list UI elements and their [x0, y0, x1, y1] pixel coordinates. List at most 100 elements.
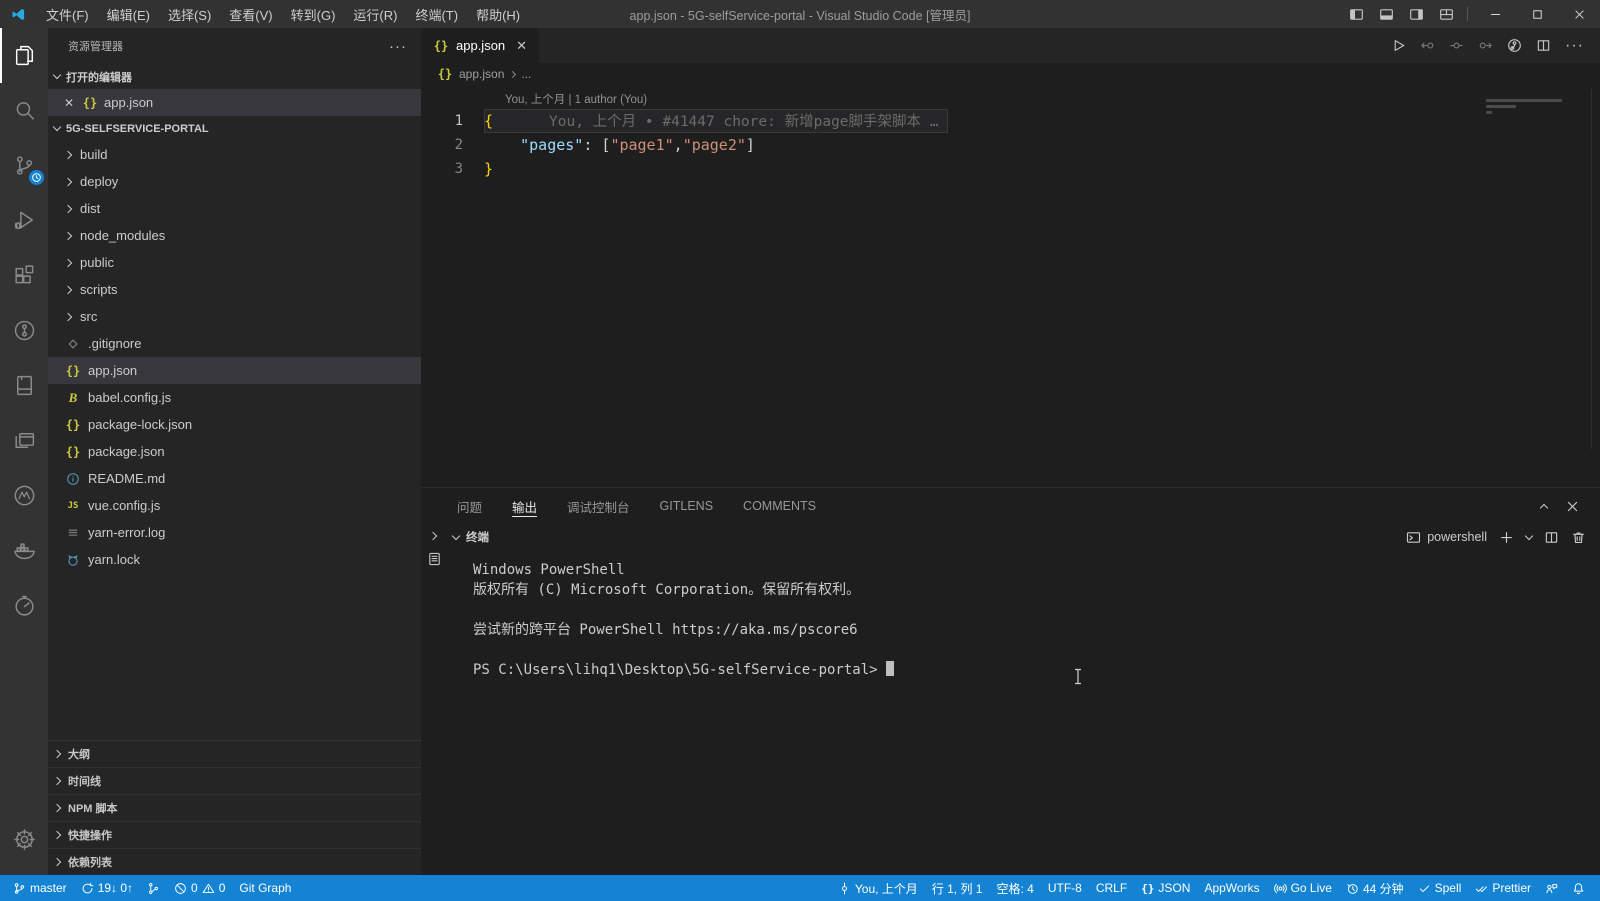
activity-item-docker[interactable]	[0, 523, 48, 578]
code-line-2[interactable]: 2 "pages": ["page1","page2"]	[421, 133, 1600, 157]
menu-item[interactable]: 选择(S)	[159, 0, 220, 28]
run-icon[interactable]	[1391, 38, 1406, 53]
minimap[interactable]	[1476, 85, 1600, 487]
close-panel-icon[interactable]	[1565, 499, 1580, 514]
activity-item-explorer[interactable]	[0, 28, 48, 83]
more-actions-icon[interactable]: ···	[1565, 37, 1584, 55]
file-yarn-error.log[interactable]: yarn-error.log	[48, 519, 421, 546]
gitlens-previous-change-icon[interactable]	[1420, 38, 1435, 53]
kill-terminal-icon[interactable]	[1571, 530, 1586, 545]
file-README.md[interactable]: README.md	[48, 465, 421, 492]
activity-item-search[interactable]	[0, 83, 48, 138]
file-vue.config.js[interactable]: JSvue.config.js	[48, 492, 421, 519]
panel-tab-2[interactable]: 调试控制台	[567, 488, 630, 524]
file-.gitignore[interactable]: .gitignore	[48, 330, 421, 357]
status-appworks[interactable]: AppWorks	[1197, 875, 1266, 901]
menu-item[interactable]: 文件(F)	[37, 0, 98, 28]
split-editor-icon[interactable]	[1536, 38, 1551, 53]
file-package-lock.json[interactable]: {}package-lock.json	[48, 411, 421, 438]
activity-item-browser-windows[interactable]	[0, 413, 48, 468]
status-eol[interactable]: CRLF	[1089, 875, 1134, 901]
folder-public[interactable]: public	[48, 249, 421, 276]
chevron-right-icon[interactable]	[429, 532, 437, 540]
activity-item-settings-gear[interactable]	[0, 812, 48, 867]
code-line-1[interactable]: 1{You, 上个月 • #41447 chore: 新增page脚手架脚本 …	[421, 109, 1600, 133]
toggle-panel-button[interactable]	[1371, 0, 1401, 28]
status-blame-info[interactable]: You, 上个月	[831, 875, 925, 901]
maximize-panel-icon[interactable]	[1540, 504, 1548, 512]
status-prettier[interactable]: Prettier	[1468, 875, 1538, 901]
file-babel.config.js[interactable]: Bbabel.config.js	[48, 384, 421, 411]
maximize-button[interactable]	[1516, 0, 1558, 28]
activity-item-appworks[interactable]	[0, 468, 48, 523]
status-feedback[interactable]	[1538, 875, 1565, 901]
codelens-annotation[interactable]: You, 上个月 | 1 author (You)	[421, 92, 1600, 109]
menu-item[interactable]: 运行(R)	[344, 0, 406, 28]
status-spell[interactable]: Spell	[1411, 875, 1469, 901]
project-root-section[interactable]: 5G-SELFSERVICE-PORTAL	[48, 116, 421, 141]
open-editors-section[interactable]: 打开的编辑器	[48, 64, 421, 89]
folder-build[interactable]: build	[48, 141, 421, 168]
sidebar-section-1[interactable]: 时间线	[48, 767, 421, 794]
panel-tab-3[interactable]: GITLENS	[660, 488, 714, 524]
file-yarn.lock[interactable]: yarn.lock	[48, 546, 421, 573]
terminal[interactable]: Windows PowerShell版权所有 (C) Microsoft Cor…	[447, 550, 1600, 875]
activity-item-run-debug[interactable]	[0, 193, 48, 248]
menu-item[interactable]: 编辑(E)	[98, 0, 159, 28]
file-package.json[interactable]: {}package.json	[48, 438, 421, 465]
status-cursor-position[interactable]: 行 1, 列 1	[925, 875, 990, 901]
gitlens-open-changes-icon[interactable]	[1449, 38, 1464, 53]
activity-item-gitlens[interactable]	[0, 303, 48, 358]
terminal-section-header[interactable]: 终端 powershell	[447, 524, 1600, 550]
status-encoding[interactable]: UTF-8	[1041, 875, 1089, 901]
panel-tab-1[interactable]: 输出	[512, 488, 537, 524]
menu-item[interactable]: 终端(T)	[406, 0, 467, 28]
folder-src[interactable]: src	[48, 303, 421, 330]
toggle-primary-sidebar-button[interactable]	[1341, 0, 1371, 28]
code-line-3[interactable]: 3}	[421, 157, 1600, 181]
status-problems[interactable]: 00	[167, 875, 232, 901]
toggle-secondary-sidebar-button[interactable]	[1401, 0, 1431, 28]
menu-item[interactable]: 转到(G)	[282, 0, 345, 28]
terminal-profile[interactable]: powershell	[1406, 530, 1487, 545]
close-button[interactable]	[1558, 0, 1600, 28]
terminal-dropdown-icon[interactable]	[1525, 531, 1533, 539]
panel-tab-4[interactable]: COMMENTS	[743, 488, 816, 524]
status-sync-changes[interactable]: 19↓ 0↑	[74, 875, 140, 901]
activity-item-timer[interactable]	[0, 578, 48, 633]
sidebar-section-2[interactable]: NPM 脚本	[48, 794, 421, 821]
menu-item[interactable]: 帮助(H)	[467, 0, 529, 28]
menu-item[interactable]: 查看(V)	[220, 0, 281, 28]
breadcrumb[interactable]: {} app.json ...	[421, 63, 1600, 85]
status-indentation[interactable]: 空格: 4	[989, 875, 1040, 901]
status-branch[interactable]: master	[6, 875, 74, 901]
customize-layout-button[interactable]	[1431, 0, 1461, 28]
tab-app-json[interactable]: {} app.json ✕	[421, 28, 539, 63]
sidebar-section-4[interactable]: 依赖列表	[48, 848, 421, 875]
panel-tab-0[interactable]: 问题	[457, 488, 482, 524]
status-notifications[interactable]	[1565, 875, 1592, 901]
status-git-graph[interactable]: Git Graph	[232, 875, 298, 901]
sidebar-section-0[interactable]: 大纲	[48, 740, 421, 767]
open-editor-app-json[interactable]: ✕ {} app.json	[48, 89, 421, 116]
status-time-tracker[interactable]: 44 分钟	[1339, 875, 1411, 901]
folder-deploy[interactable]: deploy	[48, 168, 421, 195]
views-more-actions-icon[interactable]: ···	[389, 38, 407, 55]
sidebar-section-3[interactable]: 快捷操作	[48, 821, 421, 848]
gitlens-next-change-icon[interactable]	[1478, 38, 1493, 53]
activity-item-extensions[interactable]	[0, 248, 48, 303]
status-git-graph-view[interactable]	[140, 875, 167, 901]
close-icon[interactable]: ✕	[516, 38, 527, 54]
split-terminal-icon[interactable]	[1544, 530, 1559, 545]
activity-item-notebook[interactable]	[0, 358, 48, 413]
code-editor[interactable]: You, 上个月 | 1 author (You) 1{You, 上个月 • #…	[421, 85, 1600, 487]
folder-dist[interactable]: dist	[48, 195, 421, 222]
folder-scripts[interactable]: scripts	[48, 276, 421, 303]
new-terminal-icon[interactable]	[1499, 530, 1514, 545]
folder-node_modules[interactable]: node_modules	[48, 222, 421, 249]
activity-item-source-control[interactable]	[0, 138, 48, 193]
file-app.json[interactable]: {}app.json	[48, 357, 421, 384]
output-channel-icon[interactable]	[427, 551, 442, 566]
minimize-button[interactable]	[1474, 0, 1516, 28]
close-icon[interactable]: ✕	[62, 96, 76, 110]
